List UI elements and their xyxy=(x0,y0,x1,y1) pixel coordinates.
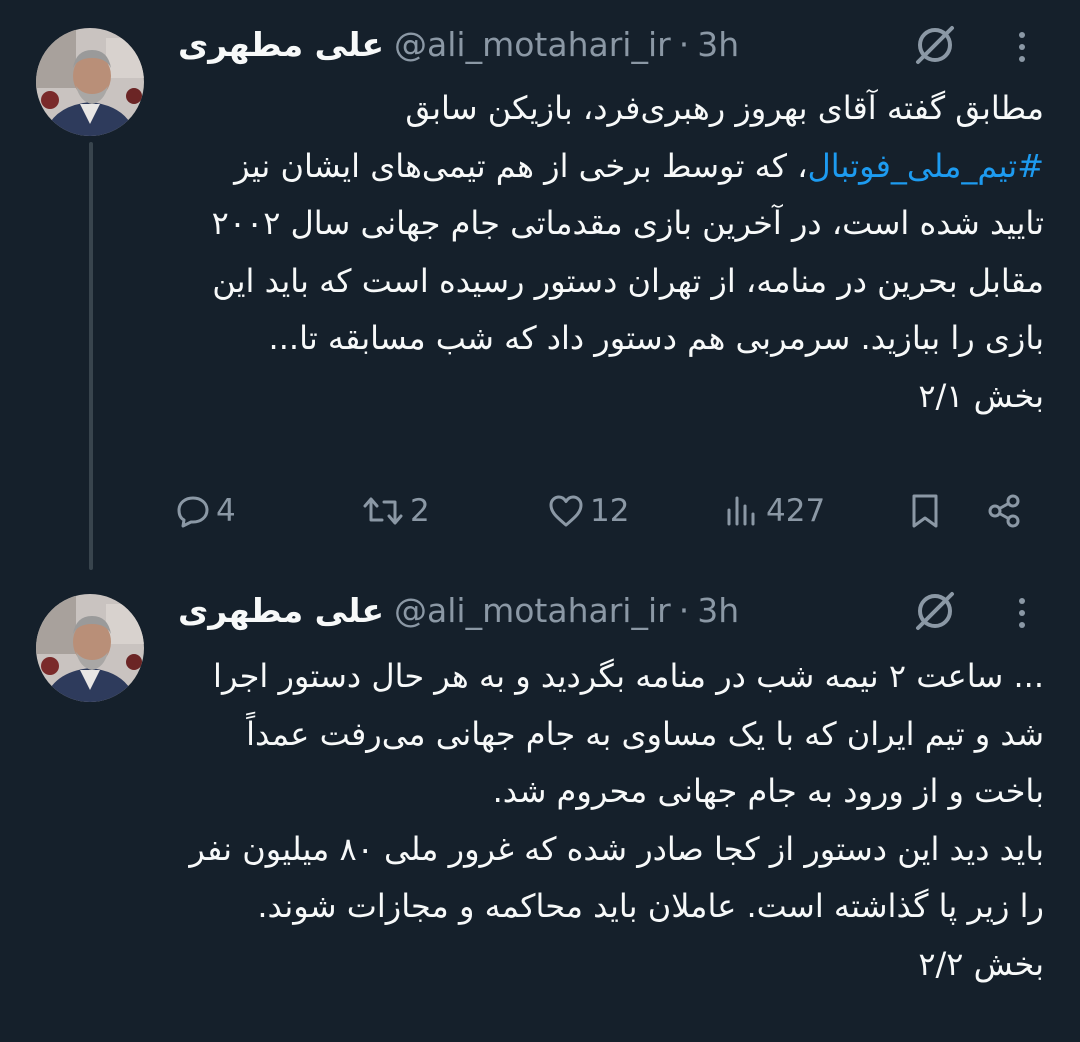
timestamp[interactable]: 3h xyxy=(697,25,739,64)
tweet-text-end: ، که توسط برخی از هم تیمی‌های ایشان نیز … xyxy=(211,146,1044,415)
avatar[interactable] xyxy=(36,594,144,702)
reply-count: 4 xyxy=(216,493,236,529)
reply-button[interactable]: 4 xyxy=(176,486,236,536)
more-dots-icon[interactable] xyxy=(1014,30,1030,64)
display-name[interactable]: علی مطهری xyxy=(178,25,384,64)
grok-icon[interactable] xyxy=(912,588,958,634)
tweet-text-start: مطابق گفته آقای بهروز رهبری‌فرد، بازیکن … xyxy=(405,89,1044,127)
retweet-icon xyxy=(363,497,403,525)
heart-icon xyxy=(549,495,583,527)
avatar-photo xyxy=(36,28,144,136)
like-count: 12 xyxy=(590,493,630,529)
separator-dot: · xyxy=(678,590,690,630)
separator-dot: · xyxy=(678,24,690,64)
like-button[interactable]: 12 xyxy=(548,486,629,536)
bookmark-icon xyxy=(912,494,938,528)
thread-connector-line xyxy=(89,142,93,570)
tweet[interactable]: علی مطهری @ali_motahari_ir · 3h مطابق گف… xyxy=(0,0,1080,570)
tweet-text: مطابق گفته آقای بهروز رهبری‌فرد، بازیکن … xyxy=(178,80,1044,425)
reply-icon xyxy=(177,496,209,528)
user-handle[interactable]: @ali_motahari_ir xyxy=(394,25,671,64)
tweet[interactable]: علی مطهری @ali_motahari_ir · 3h ... ساعت… xyxy=(0,566,1080,1042)
tweet-text: ... ساعت ۲ نیمه شب در منامه بگردید و به … xyxy=(189,657,1044,983)
views-button[interactable]: 427 xyxy=(724,486,825,536)
share-icon xyxy=(988,494,1020,528)
display-name[interactable]: علی مطهری xyxy=(178,591,384,630)
user-handle[interactable]: @ali_motahari_ir xyxy=(394,591,671,630)
tweet-header: علی مطهری @ali_motahari_ir · 3h xyxy=(178,588,739,632)
tweet-header: علی مطهری @ali_motahari_ir · 3h xyxy=(178,22,739,66)
retweet-count: 2 xyxy=(410,493,430,529)
hashtag-link[interactable]: #تیم_ملی_فوتبال xyxy=(808,147,1044,185)
bookmark-button[interactable] xyxy=(910,486,940,536)
avatar[interactable] xyxy=(36,28,144,136)
grok-icon[interactable] xyxy=(912,22,958,68)
timestamp[interactable]: 3h xyxy=(697,591,739,630)
tweet-actions-bar: 4 2 12 427 xyxy=(176,486,1036,536)
retweet-button[interactable]: 2 xyxy=(362,486,430,536)
views-count: 427 xyxy=(766,493,826,529)
share-button[interactable] xyxy=(986,486,1022,536)
views-icon xyxy=(727,496,755,526)
avatar-photo xyxy=(36,594,144,702)
more-dots-icon[interactable] xyxy=(1014,596,1030,630)
